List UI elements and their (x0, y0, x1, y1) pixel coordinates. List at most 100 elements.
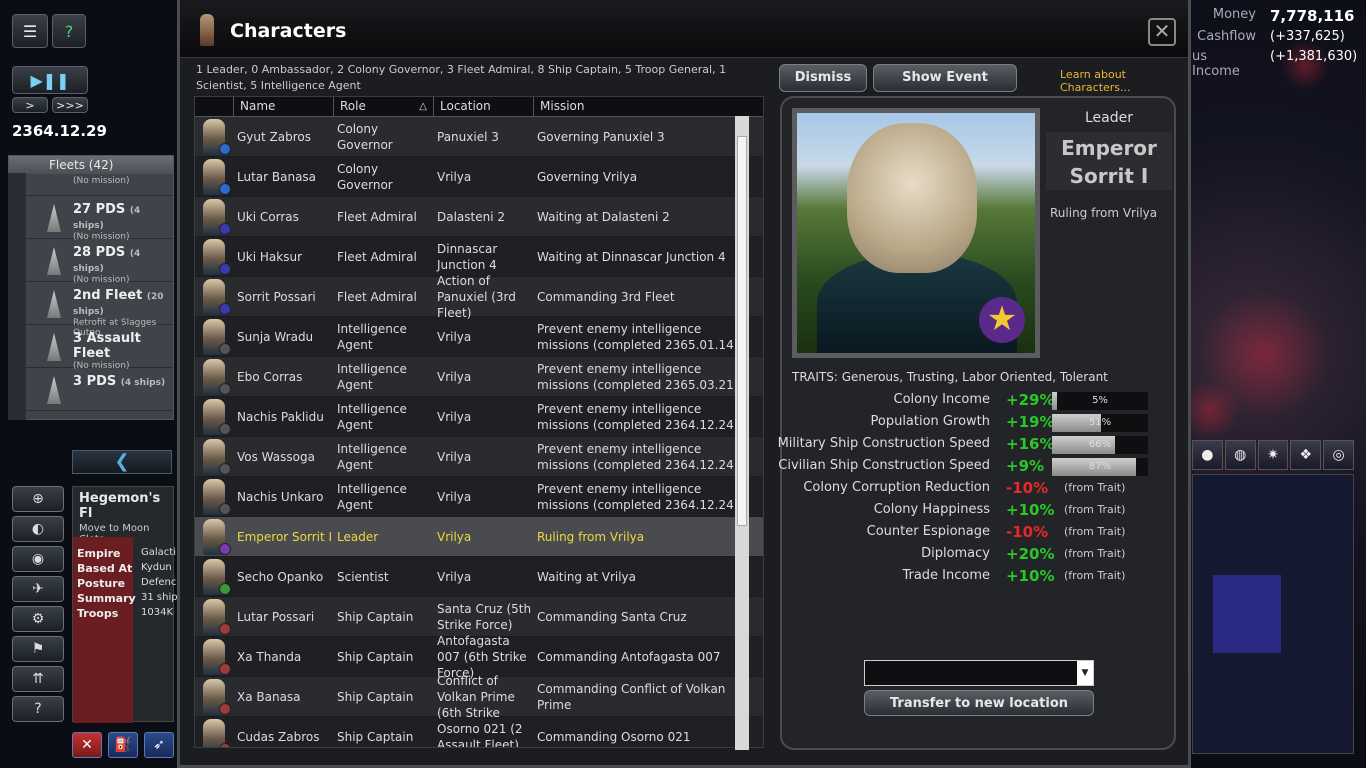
character-portrait-thumb (195, 397, 233, 437)
scrollbar-thumb[interactable] (737, 136, 747, 526)
table-row[interactable]: Nachis Unkaro Intelligence Agent Vrilya Pre… (195, 477, 763, 517)
bonus-value: +10% (1006, 567, 1055, 585)
fleet-row[interactable]: 2nd Fleet (20 ships) Retrofit at Slagges… (9, 282, 173, 338)
minimap-viewport[interactable] (1213, 575, 1281, 653)
speed-fast-button[interactable]: >>> (52, 97, 88, 113)
fleet-row[interactable]: 3 Assault Fleet (No mission) (9, 325, 173, 371)
role-badge-icon (219, 542, 231, 555)
character-location-cell: Dinnascar Junction 4 (437, 241, 498, 272)
role-badge-icon (219, 142, 231, 155)
table-row[interactable]: Emperor Sorrit I Leader Vrilya Ruling from … (195, 517, 763, 557)
fleet-detail-panel: Hegemon's Fl Move to Moon Cloto EmpireGa… (72, 486, 178, 723)
flag-icon[interactable]: ⚑ (12, 636, 64, 662)
character-location-cell: Vrilya (437, 329, 472, 344)
character-role-cell: Scientist (337, 569, 389, 584)
question-icon[interactable]: ? (12, 696, 64, 722)
fleet-row[interactable]: (No mission) (9, 174, 173, 196)
bonus-source: (from Trait) (1064, 525, 1126, 538)
bonus-source: (from Trait) (1064, 569, 1126, 582)
fleets-header[interactable]: Fleets (42) (9, 156, 173, 174)
fleet-filter-strip[interactable] (8, 173, 26, 420)
character-role-cell: Intelligence Agent (337, 481, 407, 512)
table-row[interactable]: Xa Banasa Ship Captain Conflict of Volkan … (195, 674, 763, 720)
fleet-row[interactable]: 27 PDS (4 ships) (No mission) (9, 196, 173, 242)
dismiss-button[interactable]: Dismiss (779, 64, 867, 92)
planet-icon[interactable]: ◐ (12, 516, 64, 542)
table-row[interactable]: Sorrit Possari Fleet Admiral Action of Pan… (195, 274, 763, 320)
role-badge-icon (219, 742, 231, 747)
ringed-planet-tab-icon[interactable]: ◍ (1224, 440, 1256, 470)
fd-label: Troops (77, 607, 119, 620)
portrait-column-header[interactable] (195, 97, 233, 116)
character-mission-cell: Ruling from Vrilya (537, 529, 645, 544)
close-button[interactable]: ✕ (1148, 18, 1176, 46)
bonus-row: Military Ship Construction Speed +16% 66% (778, 434, 1172, 456)
ship-move-icon[interactable]: ✈ (12, 576, 64, 602)
globe-tab-icon[interactable]: ◎ (1323, 440, 1354, 470)
table-row[interactable]: Lutar Possari Ship Captain Santa Cruz (5th… (195, 597, 763, 637)
table-row[interactable]: Xa Thanda Ship Captain Antofagasta 007 (6t… (195, 634, 763, 680)
bonus-label: Population Growth (870, 414, 991, 429)
character-portrait-thumb (195, 117, 233, 157)
galaxy-minimap[interactable] (1192, 474, 1354, 754)
character-role-cell: Intelligence Agent (337, 361, 407, 392)
menu-icon[interactable]: ☰ (12, 14, 48, 48)
table-row[interactable]: Uki Haksur Fleet Admiral Dinnascar Junctio… (195, 237, 763, 277)
table-scrollbar[interactable] (735, 116, 749, 750)
bonus-value: +9% (1006, 457, 1045, 475)
bonus-row: Counter Espionage -10% (from Trait) (792, 522, 1172, 544)
table-row[interactable]: Cudas Zabros Ship Captain Osorno 021 (2 As… (195, 717, 763, 747)
nebula-tab-icon[interactable]: ❖ (1290, 440, 1322, 470)
fleet-formation-icon[interactable]: ⇈ (12, 666, 64, 692)
character-portrait-thumb (195, 157, 233, 197)
fleet-row[interactable]: 28 PDS (4 ships) (No mission) (9, 239, 173, 285)
table-row[interactable]: Sunja Wradu Intelligence Agent Vrilya Preve… (195, 317, 763, 357)
character-location-cell: Vrilya (437, 489, 472, 504)
table-row[interactable]: Gyut Zabros Colony Governor Panuxiel 3 Gove… (195, 117, 763, 157)
character-location-cell: Vrilya (437, 449, 472, 464)
star-tab-icon[interactable]: ✷ (1257, 440, 1289, 470)
table-row[interactable]: Secho Opanko Scientist Vrilya Waiting at Vr… (195, 557, 763, 597)
character-location-cell: Conflict of Volkan Prime (6th Strike (437, 673, 515, 720)
refuel-icon[interactable]: ⛽ (108, 732, 138, 758)
mission-column-header[interactable]: Mission (533, 97, 745, 116)
collapse-panel-button[interactable]: ❮ (72, 450, 172, 474)
chevron-down-icon[interactable]: ▼ (1077, 661, 1093, 685)
transfer-button[interactable]: Transfer to new location (864, 690, 1094, 716)
dialog-title: Characters (230, 20, 347, 42)
gear-icon[interactable]: ⚙ (12, 606, 64, 632)
character-traits: TRAITS: Generous, Trusting, Labor Orient… (792, 370, 1108, 384)
bonus-progress-text: 5% (1092, 395, 1108, 406)
bonus-label: Trade Income (902, 568, 990, 583)
eye-icon[interactable]: ◉ (12, 546, 64, 572)
role-column-header[interactable]: Role △ (333, 97, 433, 116)
fleet-detail-row: Troops 1034K (73, 607, 173, 622)
role-badge-icon (219, 222, 231, 235)
fleet-row[interactable]: 3 PDS (4 ships) (9, 368, 173, 411)
planet-tab-icon[interactable]: ● (1192, 440, 1223, 470)
table-row[interactable]: Vos Wassoga Intelligence Agent Vrilya Preve… (195, 437, 763, 477)
table-row[interactable]: Ebo Corras Intelligence Agent Vrilya Preven… (195, 357, 763, 397)
fleet-detail-row: Based At Kydun (73, 562, 173, 577)
bonus-value: -10% (1006, 523, 1049, 541)
speed-slow-button[interactable]: > (12, 97, 48, 113)
table-row[interactable]: Uki Corras Fleet Admiral Dalasteni 2 Waitin… (195, 197, 763, 237)
role-badge-icon (219, 262, 231, 275)
table-row[interactable]: Nachis Paklidu Intelligence Agent Vrilya Pr… (195, 397, 763, 437)
scrap-icon[interactable]: ✕ (72, 732, 102, 758)
play-pause-button[interactable]: ▶❚❚ (12, 66, 88, 94)
learn-about-characters-link[interactable]: Learn about Characters... (1060, 68, 1188, 94)
character-location-cell: Vrilya (437, 409, 472, 424)
target-lock-icon[interactable]: ⊕ (12, 486, 64, 512)
name-column-header[interactable]: Name (233, 97, 333, 116)
table-row[interactable]: Lutar Banasa Colony Governor Vrilya Governi… (195, 157, 763, 197)
bonus-row: Colony Happiness +10% (from Trait) (792, 500, 1172, 522)
location-column-header[interactable]: Location (433, 97, 533, 116)
location-select[interactable]: ▼ (864, 660, 1094, 686)
show-event-history-button[interactable]: Show Event History (873, 64, 1017, 111)
character-location-cell: Vrilya (437, 569, 472, 584)
character-location-cell: Dalasteni 2 (437, 209, 506, 224)
role-header-label: Role (340, 99, 366, 113)
ship-icon[interactable]: ➶ (144, 732, 174, 758)
help-icon[interactable]: ? (52, 14, 86, 48)
